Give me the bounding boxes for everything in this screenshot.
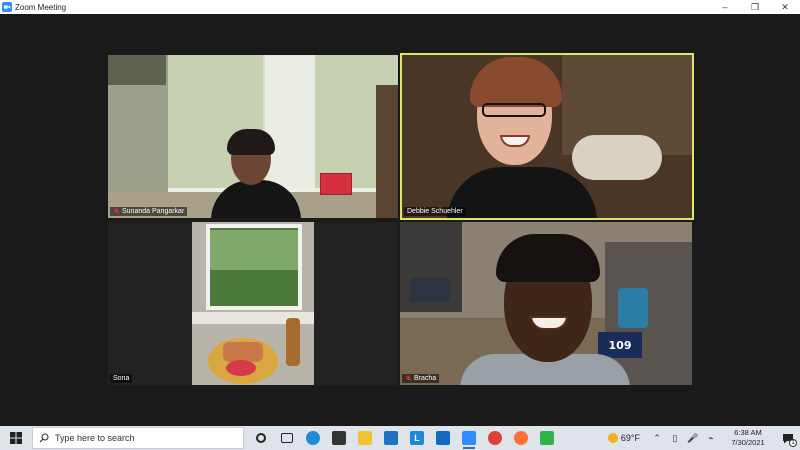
taskbar-search-box[interactable]: Type here to search — [32, 427, 244, 449]
video-tile-sona[interactable]: Sona — [108, 222, 398, 385]
sun-icon — [607, 433, 618, 443]
clock[interactable]: 6:38 AM 7/30/2021 — [720, 428, 776, 448]
network-icon[interactable]: ⌁ — [702, 426, 720, 450]
participant-name-tag: Bracha — [402, 374, 440, 383]
firefox-icon — [514, 431, 528, 445]
store-icon — [332, 431, 346, 445]
bookshelf — [376, 85, 398, 218]
search-icon — [39, 433, 49, 443]
taskbar-app-edge[interactable] — [300, 426, 326, 450]
task-view-icon — [281, 433, 293, 443]
taskbar-app-mail[interactable] — [378, 426, 404, 450]
red-box — [320, 173, 352, 195]
zoom-app-icon — [2, 2, 12, 12]
zoom-icon — [462, 431, 476, 445]
notification-count: 1 — [789, 439, 797, 447]
participant-hair — [496, 234, 600, 282]
upload-icon — [540, 431, 554, 445]
taskbar-app-task-view[interactable] — [274, 426, 300, 450]
show-hidden-icons-chevron-icon[interactable]: ⌃ — [648, 426, 666, 450]
taskbar-app-chrome[interactable] — [482, 426, 508, 450]
taskbar-app-upload[interactable] — [534, 426, 560, 450]
taskbar: Type here to search L 69°F ⌃ ▯ 🎤 ⌁ 6:38 … — [0, 426, 800, 450]
taskbar-app-store[interactable] — [326, 426, 352, 450]
taskbar-app-zoom[interactable] — [456, 426, 482, 450]
taskbar-app-file-explorer[interactable] — [352, 426, 378, 450]
offering-fruit — [226, 360, 256, 376]
device-icon[interactable]: ▯ — [666, 426, 684, 450]
window-title: Zoom Meeting — [15, 2, 67, 12]
participant-name: Sona — [113, 375, 130, 382]
video-tile-debbie-active-speaker[interactable]: Debbie Schuehler — [400, 53, 694, 220]
participant-name: Bracha — [414, 375, 437, 382]
taskbar-app-outlook[interactable] — [430, 426, 456, 450]
blue-chair — [618, 288, 648, 328]
gallery-view: Sunanda Pangarkar Debbie Schuehler Sona — [0, 14, 800, 426]
minimize-button[interactable]: – — [710, 0, 740, 14]
cortana-icon — [256, 433, 266, 443]
participant-name-tag: Sona — [110, 374, 133, 383]
search-placeholder: Type here to search — [55, 433, 135, 443]
clock-time: 6:38 AM — [734, 428, 762, 437]
outlook-icon — [436, 431, 450, 445]
pinned-apps: L — [248, 426, 560, 450]
edge-icon — [306, 431, 320, 445]
glasses — [482, 103, 546, 117]
participant-hair — [227, 129, 275, 155]
title-bar: Zoom Meeting – ❐ ✕ — [0, 0, 800, 14]
video-background — [108, 55, 166, 85]
video-tile-bracha[interactable]: 109 Bracha — [400, 222, 692, 385]
statue — [286, 318, 300, 366]
clock-date: 7/30/2021 — [731, 438, 765, 447]
door — [263, 55, 315, 193]
muted-mic-icon — [405, 375, 412, 382]
maximize-button[interactable]: ❐ — [740, 0, 770, 14]
pillow — [572, 135, 662, 180]
participant-name: Sunanda Pangarkar — [122, 208, 185, 215]
trees — [210, 230, 298, 270]
window-controls: – ❐ ✕ — [710, 0, 800, 14]
mail-icon — [384, 431, 398, 445]
participant-name-tag: Sunanda Pangarkar — [110, 207, 188, 216]
close-button[interactable]: ✕ — [770, 0, 800, 14]
microphone-icon[interactable]: 🎤 — [684, 426, 702, 450]
action-center-button[interactable]: 1 — [776, 426, 800, 450]
chrome-icon — [488, 431, 502, 445]
jersey: 109 — [598, 332, 642, 358]
participant-name-tag: Debbie Schuehler — [404, 207, 466, 216]
taskbar-app-lync[interactable]: L — [404, 426, 430, 450]
windows-logo-icon — [10, 432, 22, 444]
taskbar-app-firefox[interactable] — [508, 426, 534, 450]
file-explorer-icon — [358, 431, 372, 445]
taskbar-app-cortana[interactable] — [248, 426, 274, 450]
temperature: 69°F — [620, 433, 640, 443]
system-tray: 69°F ⌃ ▯ 🎤 ⌁ 6:38 AM 7/30/2021 1 — [607, 426, 800, 450]
start-button[interactable] — [0, 426, 32, 450]
suitcase — [410, 278, 450, 302]
muted-mic-icon — [113, 208, 120, 215]
participant-name: Debbie Schuehler — [407, 208, 463, 215]
offering-food — [223, 342, 263, 362]
video-tile-sunanda[interactable]: Sunanda Pangarkar — [108, 55, 398, 218]
lync-icon: L — [410, 431, 424, 445]
weather-widget[interactable]: 69°F — [607, 433, 640, 443]
